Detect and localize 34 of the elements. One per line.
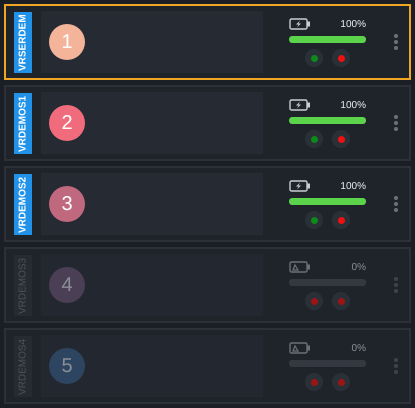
battery-percent: 100% [340, 180, 366, 192]
device-number: 1 [49, 24, 85, 60]
battery-icon [289, 18, 311, 30]
device-name: VRDEMOS1 [14, 92, 32, 154]
battery-icon [289, 99, 311, 111]
status-light [332, 130, 350, 148]
more-options-icon[interactable] [393, 113, 399, 133]
more-options-icon[interactable] [393, 32, 399, 52]
status-light [305, 49, 323, 67]
device-number: 4 [49, 267, 85, 303]
status-light [332, 292, 350, 310]
device-card[interactable]: VRDEMOS1 2 100% [4, 85, 411, 161]
device-number: 2 [49, 105, 85, 141]
status-light [332, 211, 350, 229]
device-number: 5 [49, 348, 85, 384]
device-name: VRDEMOS2 [14, 174, 32, 234]
more-options-icon[interactable] [393, 194, 399, 214]
battery-icon [289, 261, 311, 273]
battery-percent: 100% [340, 100, 366, 110]
battery-percent: 0% [352, 342, 366, 354]
device-card[interactable]: VRDEMOS2 3 100% [4, 166, 411, 242]
device-card[interactable]: VRSERDEM 1 100% [4, 4, 411, 80]
device-number: 3 [49, 186, 85, 222]
battery-percent: 0% [352, 262, 366, 272]
device-name: VRSERDEM [14, 12, 32, 72]
status-light [332, 49, 350, 67]
battery-icon [289, 342, 311, 354]
status-light [305, 211, 323, 229]
status-light [305, 292, 323, 310]
battery-percent: 100% [340, 18, 366, 30]
status-light [332, 373, 350, 391]
status-light [305, 130, 323, 148]
status-light [305, 373, 323, 391]
battery-icon [289, 180, 311, 192]
